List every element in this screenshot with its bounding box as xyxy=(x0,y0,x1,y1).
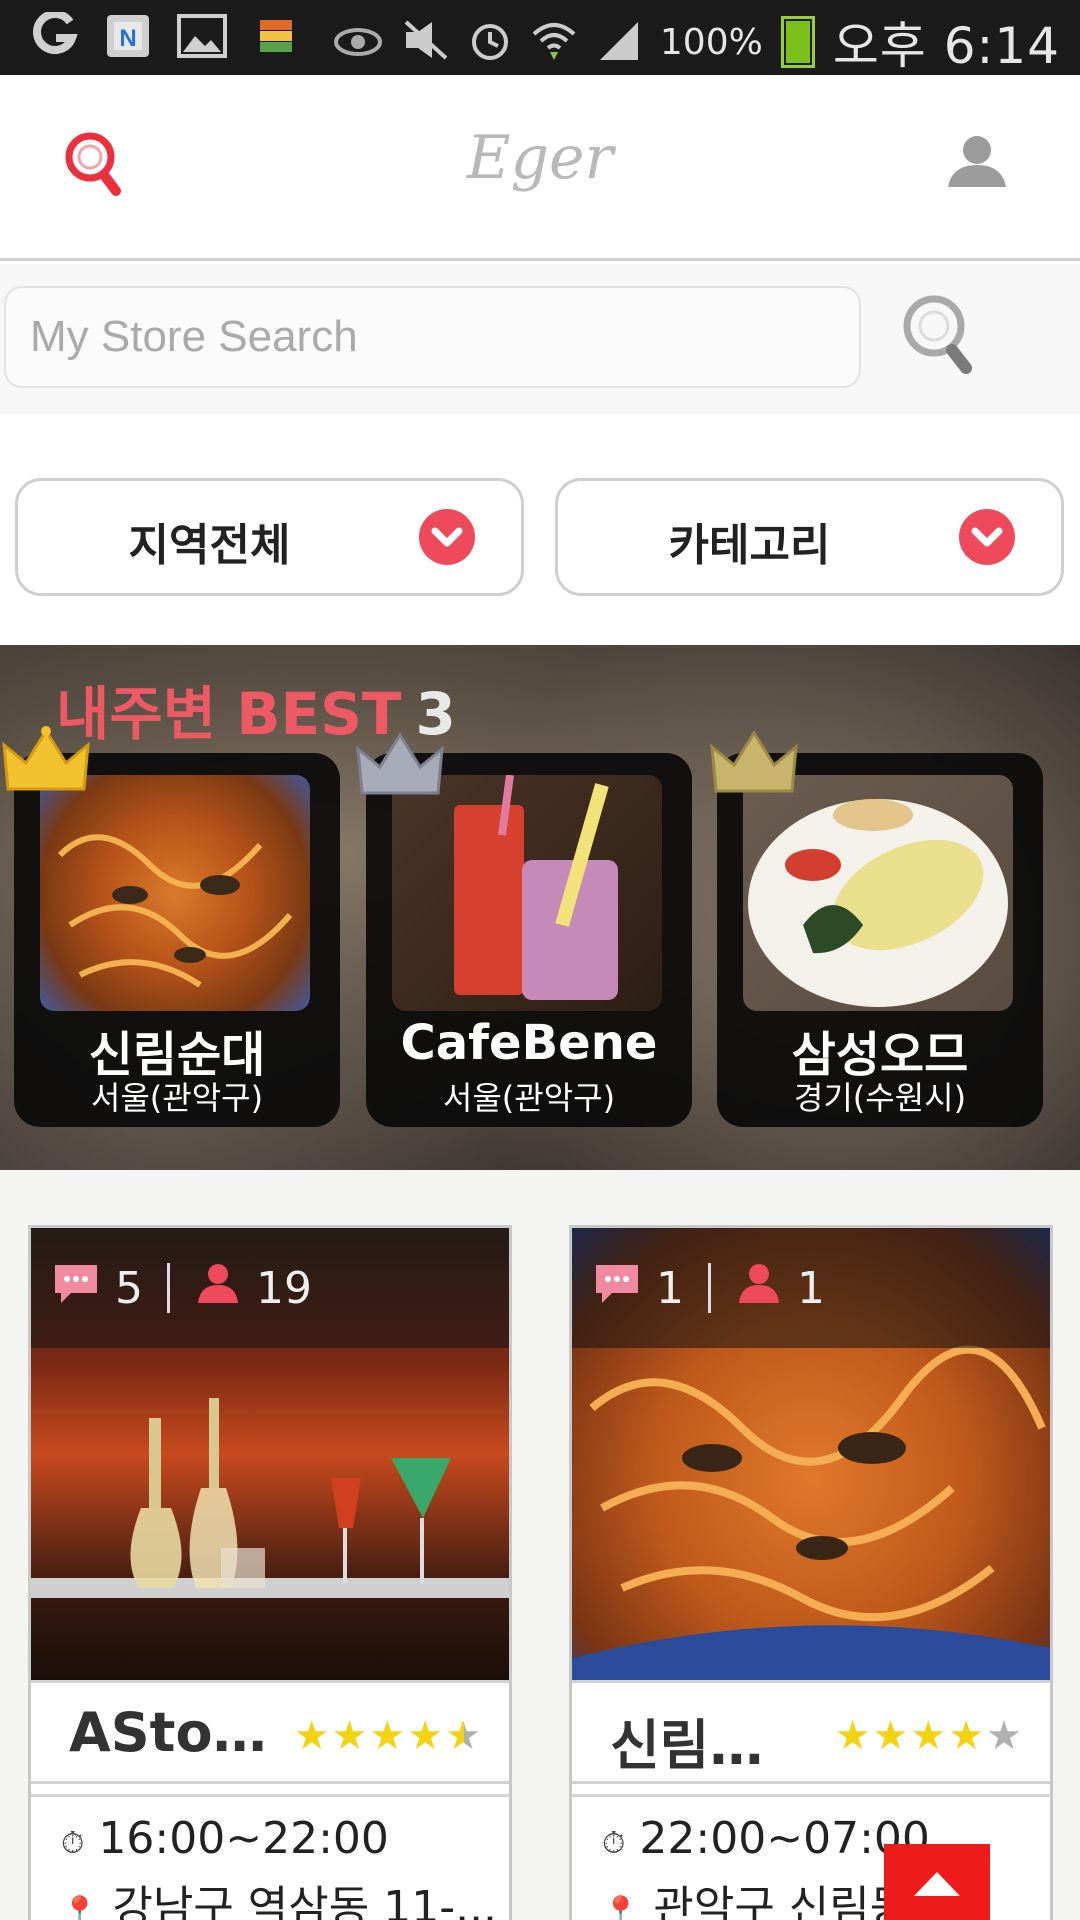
category-dropdown-label: 카테고리 xyxy=(668,520,831,571)
g-app-icon xyxy=(28,10,80,62)
best-card-photo xyxy=(40,775,310,1011)
region-dropdown[interactable]: 지역전체 xyxy=(15,478,524,596)
app-header: Eger xyxy=(0,75,1080,261)
store-name: 신림순... xyxy=(610,1714,810,1777)
status-system-area: 100% 오후 6:14 xyxy=(332,6,1060,78)
store-hours-line: ⏱ 16:00~22:00 xyxy=(61,1813,389,1864)
store-address-line: 📍 강남구 역삼동 11-... xyxy=(61,1871,497,1920)
status-notification-icons: N xyxy=(28,10,302,62)
svg-text:N: N xyxy=(119,25,136,52)
flag-icon xyxy=(250,10,302,62)
best-card-location: 서울(관악구) xyxy=(90,1079,264,1117)
comment-count: 5 xyxy=(115,1262,143,1314)
gold-crown-icon xyxy=(0,725,92,797)
battery-percent: 100% xyxy=(659,21,763,63)
mute-icon xyxy=(402,18,450,66)
store-address: 강남구 역삼동 11-... xyxy=(112,1882,498,1920)
store-title-row: 신림순... ★★★★★ xyxy=(572,1680,1050,1784)
battery-icon xyxy=(780,16,815,68)
status-bar: N 100% 오후 6:14 xyxy=(0,0,1080,75)
comment-count: 1 xyxy=(656,1262,684,1314)
category-dropdown[interactable]: 카테고리 xyxy=(555,478,1064,596)
store-info: ⏱ 16:00~22:00 📍 강남구 역삼동 11-... xyxy=(31,1794,509,1920)
best-card-location: 경기(수원시) xyxy=(793,1079,967,1117)
visitor-icon xyxy=(735,1261,783,1316)
visitor-icon xyxy=(194,1261,242,1316)
store-stats-bar: 5 19 xyxy=(31,1228,509,1348)
store-card-1[interactable]: 5 19 AStore ★★★★★ ⏱ 16:00~22:00 📍 강남구 역삼… xyxy=(28,1225,512,1920)
user-icon[interactable] xyxy=(944,133,1010,189)
chevron-down-icon xyxy=(419,509,475,565)
visitor-count: 1 xyxy=(797,1262,825,1314)
stats-divider xyxy=(167,1263,170,1313)
best-card-photo xyxy=(392,775,662,1011)
star-rating: ★★★★★ xyxy=(293,1713,483,1759)
best-title-text: 내주변 BEST xyxy=(56,680,402,748)
silver-crown-icon xyxy=(354,729,446,801)
location-pin-icon: 📍 xyxy=(61,1895,99,1920)
visitor-count: 19 xyxy=(256,1262,312,1314)
scroll-top-button[interactable] xyxy=(884,1844,990,1920)
wifi-icon xyxy=(530,18,578,66)
status-time: 오후 6:14 xyxy=(832,17,1060,75)
chevron-down-icon xyxy=(959,509,1015,565)
best-card-1[interactable]: 신림순대 서울(관악구) xyxy=(14,753,340,1127)
star-rating: ★★★★★ xyxy=(834,1713,1024,1759)
stopwatch-icon: ⏱ xyxy=(61,1826,85,1861)
signal-icon xyxy=(596,18,642,66)
store-search-bar: My Store Search xyxy=(0,264,1080,414)
store-title-row: AStore ★★★★★ xyxy=(31,1680,509,1784)
store-hours-line: ⏱ 22:00~07:00 xyxy=(602,1813,930,1864)
store-hours: 16:00~22:00 xyxy=(98,1813,389,1864)
store-search-input[interactable]: My Store Search xyxy=(4,286,861,388)
best-card-2[interactable]: CafeBene 서울(관악구) xyxy=(366,753,692,1127)
store-card-2[interactable]: 1 1 신림순... ★★★★★ ⏱ 22:00~07:00 📍 관악구 신림동 xyxy=(569,1225,1053,1920)
arrow-up-icon xyxy=(914,1872,960,1896)
store-address: 관악구 신림동 xyxy=(653,1882,911,1920)
comment-icon xyxy=(592,1261,642,1316)
search-button[interactable] xyxy=(900,292,980,378)
best-card-3[interactable]: 삼성오므 경기(수원시) xyxy=(717,753,1043,1127)
stopwatch-icon: ⏱ xyxy=(602,1826,626,1861)
store-name: AStore xyxy=(69,1701,269,1764)
nearby-best-section: 내주변 BEST 3 신림순대 서울(관악구) CafeBene 서울(관악구) … xyxy=(0,645,1080,1170)
region-dropdown-label: 지역전체 xyxy=(128,520,291,571)
naver-icon: N xyxy=(102,10,154,62)
comment-icon xyxy=(51,1261,101,1316)
app-logo: Eger xyxy=(466,123,614,193)
location-pin-icon: 📍 xyxy=(602,1895,640,1920)
alarm-icon xyxy=(468,17,512,67)
best-card-photo xyxy=(743,775,1013,1011)
store-photo: 1 1 xyxy=(572,1228,1050,1680)
store-photo: 5 19 xyxy=(31,1228,509,1680)
best-card-location: 서울(관악구) xyxy=(442,1079,616,1117)
bronze-crown-icon xyxy=(708,727,800,799)
best-card-name: CafeBene xyxy=(400,1015,658,1071)
store-stats-bar: 1 1 xyxy=(572,1228,1050,1348)
eye-icon xyxy=(332,20,384,64)
stats-divider xyxy=(708,1263,711,1313)
gallery-icon xyxy=(176,10,228,62)
store-address-line: 📍 관악구 신림동 xyxy=(602,1871,910,1920)
